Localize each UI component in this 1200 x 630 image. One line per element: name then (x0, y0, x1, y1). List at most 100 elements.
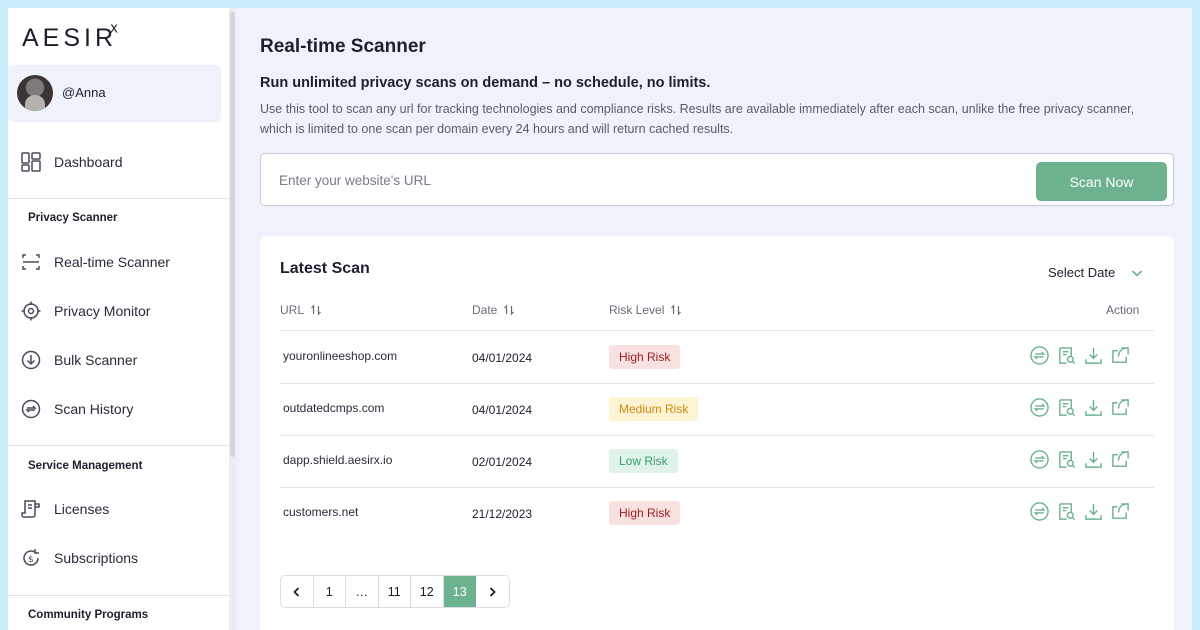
compare-icon[interactable] (1030, 450, 1049, 469)
column-label: Action (1106, 303, 1140, 317)
sidebar-item-label: Privacy Monitor (54, 303, 151, 319)
scan-url[interactable]: customers.net (283, 505, 358, 519)
svg-text:$: $ (28, 555, 34, 565)
scan-url[interactable]: dapp.shield.aesirx.io (283, 453, 392, 467)
scan-icon (21, 252, 41, 272)
sidebar-item-bulk-scanner[interactable]: Bulk Scanner (8, 340, 229, 380)
compare-icon[interactable] (1030, 502, 1049, 521)
subscription-icon: $ (21, 548, 41, 568)
risk-badge: Low Risk (609, 449, 678, 473)
url-search-box: Scan Now (260, 153, 1174, 206)
column-label: Date (472, 303, 498, 317)
user-profile[interactable]: @Anna (8, 65, 221, 122)
sidebar-item-label: Subscriptions (54, 550, 139, 566)
column-label: URL (280, 303, 305, 317)
divider (8, 198, 229, 199)
sidebar-item-privacy-monitor[interactable]: Privacy Monitor (8, 291, 229, 331)
sidebar-item-real-time-scanner[interactable]: Real-time Scanner (8, 242, 229, 282)
history-icon (21, 399, 41, 419)
row-actions (1030, 398, 1130, 417)
sidebar-item-label: Licenses (54, 501, 110, 517)
pagination-prev-button[interactable] (281, 576, 314, 607)
username: @Anna (62, 85, 106, 100)
scan-date: 02/01/2024 (472, 455, 533, 469)
chevron-down-icon (1130, 266, 1144, 283)
scrollbar-thumb[interactable] (230, 12, 235, 457)
section-title-community-programs: Community Programs (28, 609, 149, 621)
scan-date: 04/01/2024 (472, 351, 533, 365)
date-select-label: Select Date (1048, 265, 1116, 280)
dashboard-icon (21, 152, 41, 172)
download-circle-icon (21, 350, 41, 370)
pagination-page-11[interactable]: 11 (378, 576, 411, 607)
share-icon[interactable] (1111, 450, 1130, 469)
download-icon[interactable] (1084, 502, 1103, 521)
row-actions (1030, 346, 1130, 365)
share-icon[interactable] (1111, 502, 1130, 521)
app-frame: AESIR ᕁ @Anna Dashboard Privacy Scanner (8, 8, 1192, 630)
url-input[interactable] (279, 166, 1019, 194)
column-label: Risk Level (609, 303, 665, 317)
sidebar-item-dashboard[interactable]: Dashboard (8, 142, 229, 182)
chevron-right-icon (490, 586, 497, 597)
report-search-icon[interactable] (1057, 450, 1076, 469)
download-icon[interactable] (1084, 346, 1103, 365)
scan-url[interactable]: outdatedcmps.com (283, 401, 384, 415)
license-icon (21, 499, 41, 519)
table-row: customers.net 21/12/2023 High Risk (260, 487, 1174, 539)
report-search-icon[interactable] (1057, 398, 1076, 417)
page-description: Use this tool to scan any url for tracki… (260, 102, 1135, 136)
logo[interactable]: AESIR (22, 24, 117, 53)
scan-date: 04/01/2024 (472, 403, 533, 417)
sort-icon (311, 304, 321, 316)
sidebar-item-licenses[interactable]: Licenses (8, 489, 229, 529)
pagination-page-13[interactable]: 13 (443, 576, 476, 607)
report-search-icon[interactable] (1057, 346, 1076, 365)
sidebar-item-label: Scan History (54, 401, 134, 417)
sidebar: AESIR ᕁ @Anna Dashboard Privacy Scanner (8, 8, 229, 630)
card-title: Latest Scan (280, 260, 370, 277)
table-row: youronlineeshop.com 04/01/2024 High Risk (260, 331, 1174, 383)
risk-badge: High Risk (609, 501, 681, 525)
avatar (17, 75, 53, 111)
sidebar-item-scan-history[interactable]: Scan History (8, 389, 229, 429)
report-search-icon[interactable] (1057, 502, 1076, 521)
column-header-date[interactable]: Date (472, 303, 515, 317)
pagination-ellipsis: … (346, 576, 379, 607)
sidebar-scrollbar[interactable] (229, 8, 236, 630)
risk-badge: Medium Risk (609, 397, 699, 421)
page-subtitle: Run unlimited privacy scans on demand – … (260, 75, 711, 91)
divider (8, 595, 229, 596)
sort-icon (671, 304, 682, 316)
section-title-service-management: Service Management (28, 460, 143, 472)
main-content: Real-time Scanner Run unlimited privacy … (236, 8, 1192, 630)
download-icon[interactable] (1084, 450, 1103, 469)
sort-icon (504, 304, 515, 316)
compare-icon[interactable] (1030, 346, 1049, 365)
table-row: dapp.shield.aesirx.io 02/01/2024 Low Risk (260, 435, 1174, 487)
column-header-action: Action (1106, 303, 1139, 317)
pagination-page-12[interactable]: 12 (411, 576, 444, 607)
share-icon[interactable] (1111, 346, 1130, 365)
column-header-url[interactable]: URL (280, 303, 322, 317)
column-header-risk-level[interactable]: Risk Level (609, 303, 682, 317)
row-actions (1030, 502, 1130, 521)
sidebar-item-subscriptions[interactable]: $ Subscriptions (8, 538, 229, 578)
target-icon (21, 301, 41, 321)
scan-now-button[interactable]: Scan Now (1036, 162, 1167, 201)
download-icon[interactable] (1084, 398, 1103, 417)
pagination: 1… 11 12 13 (280, 575, 510, 608)
chevron-left-icon (292, 586, 299, 597)
sidebar-item-label: Bulk Scanner (54, 352, 138, 368)
sidebar-item-label: Dashboard (54, 154, 123, 170)
date-select[interactable]: Select Date (1048, 265, 1143, 280)
compare-icon[interactable] (1030, 398, 1049, 417)
table-row: outdatedcmps.com 04/01/2024 Medium Risk (260, 383, 1174, 435)
row-actions (1030, 450, 1130, 469)
logo-mark-icon: ᕁ (109, 22, 119, 44)
pagination-page-1[interactable]: 1 (313, 576, 346, 607)
pagination-next-button[interactable] (476, 576, 509, 607)
share-icon[interactable] (1111, 398, 1130, 417)
scan-url[interactable]: youronlineeshop.com (283, 349, 397, 363)
scan-date: 21/12/2023 (472, 507, 533, 521)
